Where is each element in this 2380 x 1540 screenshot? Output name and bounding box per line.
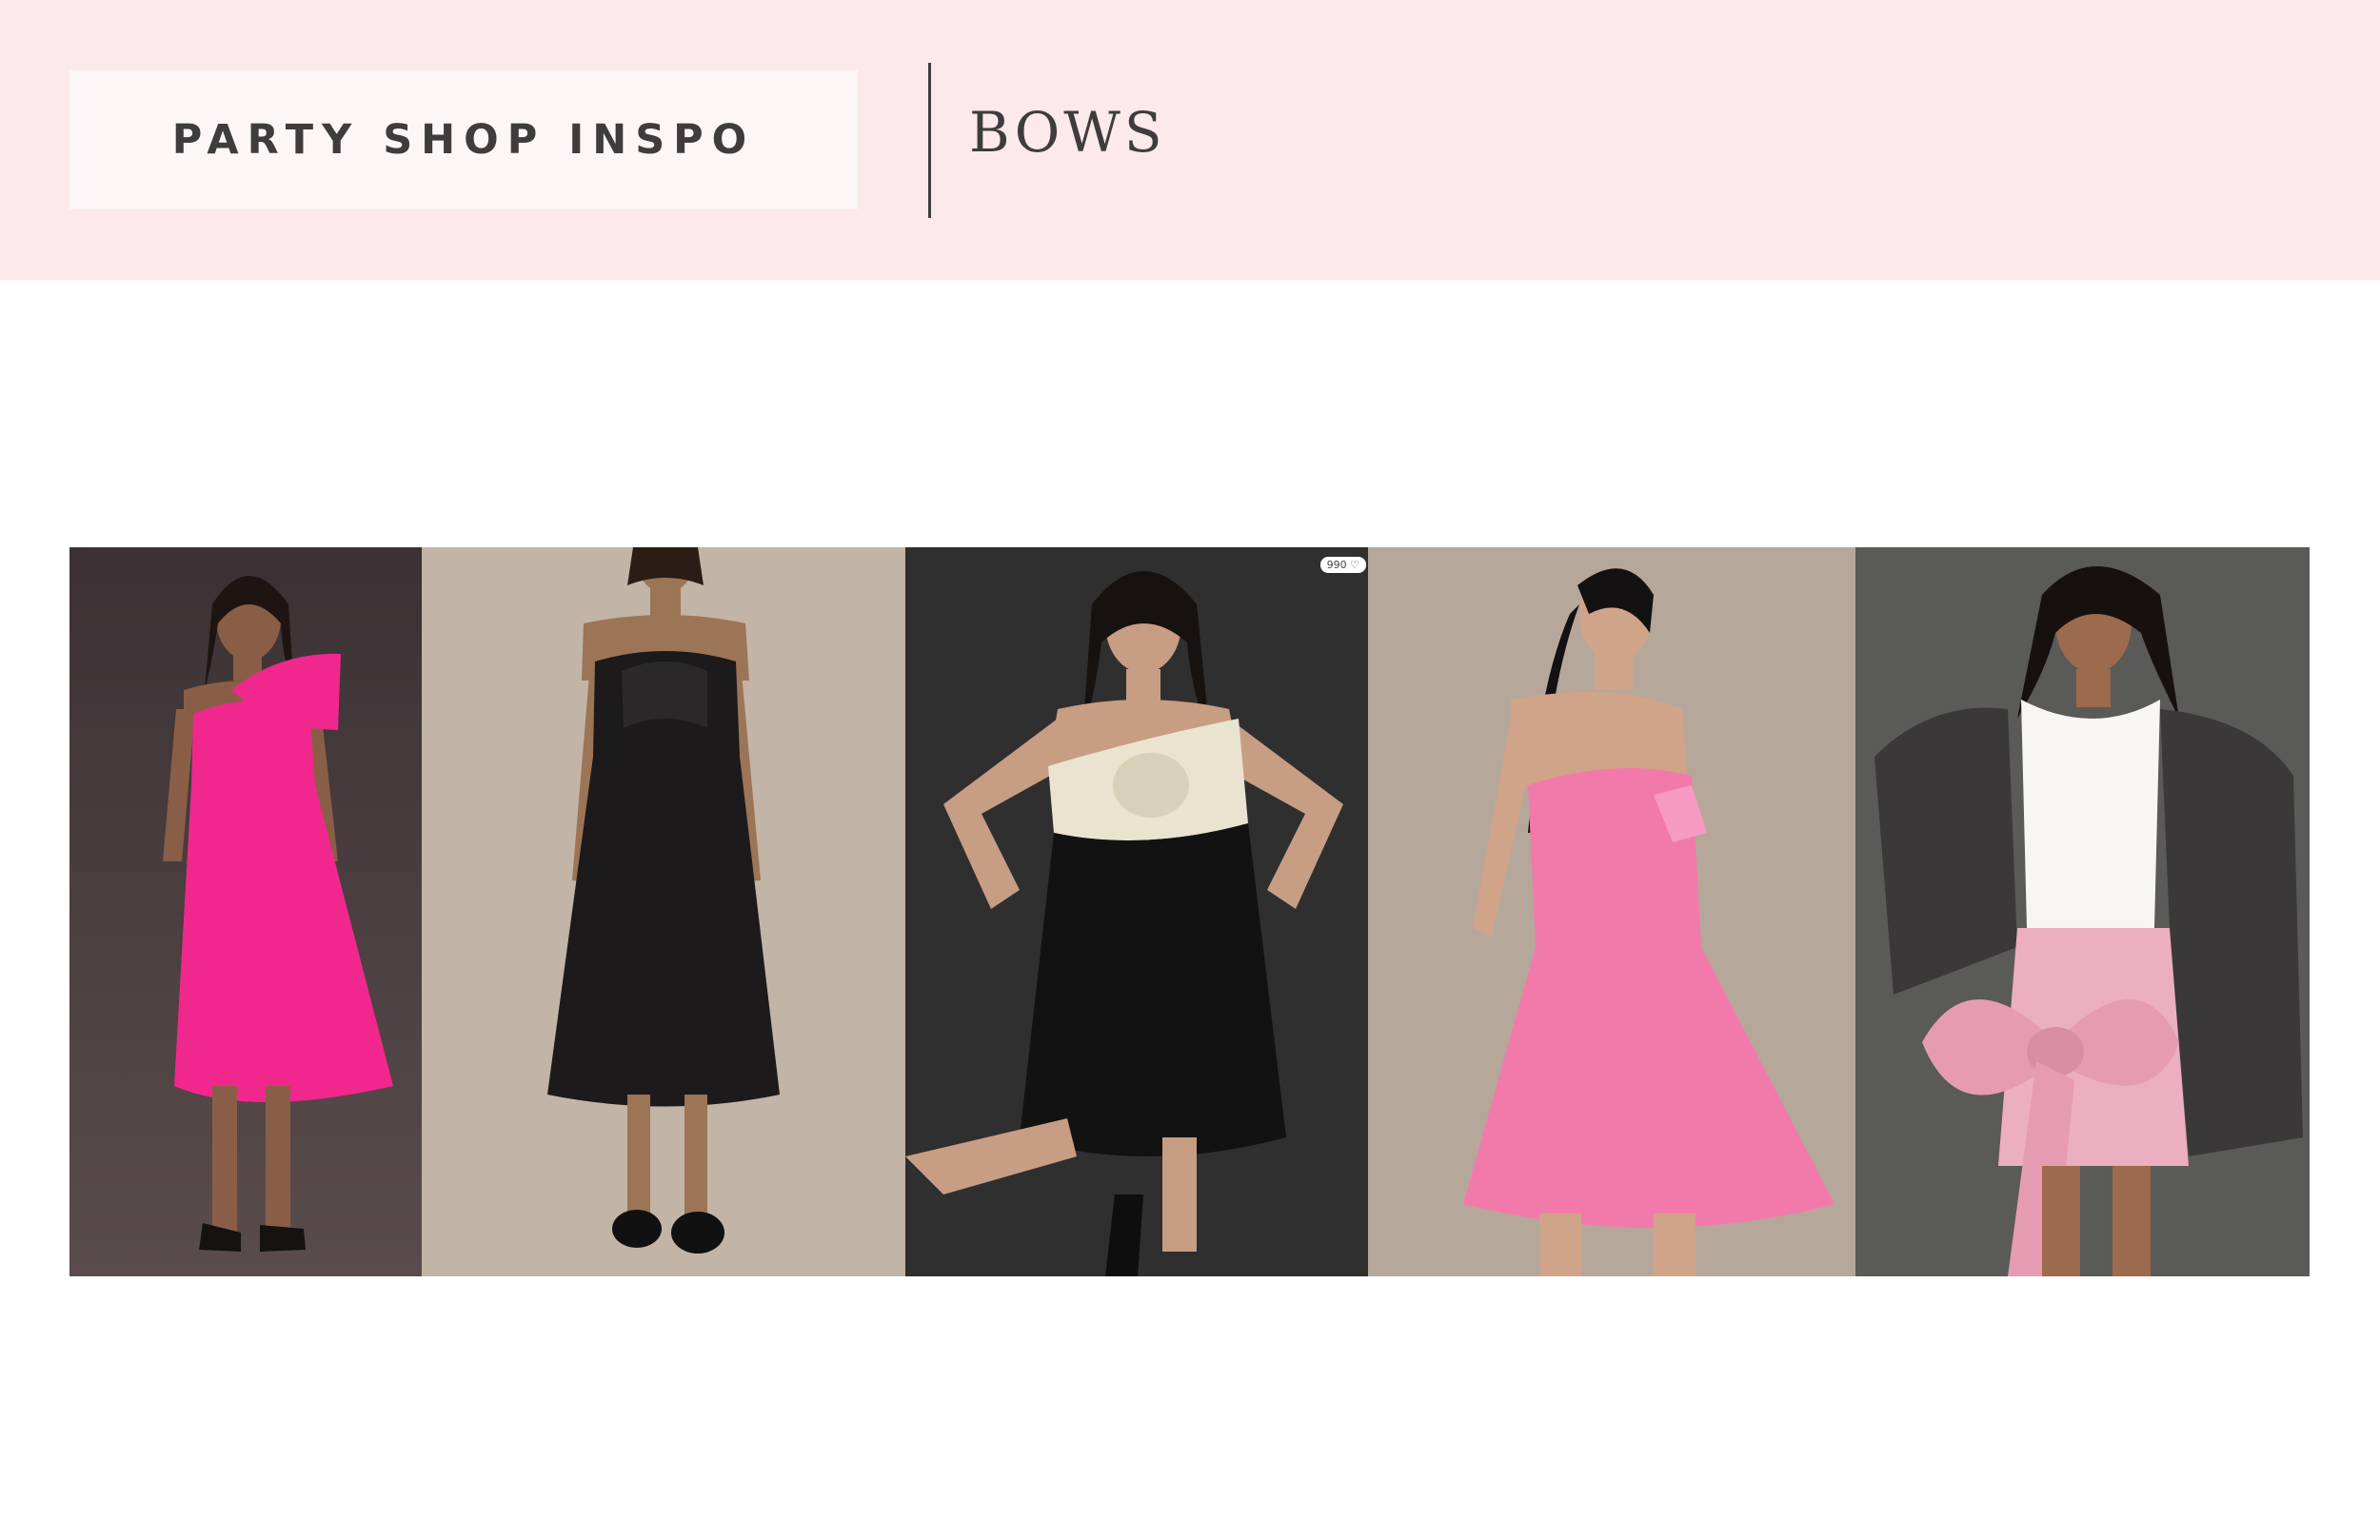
photo-pink-strapless-bow-dress[interactable]: [1368, 547, 1855, 1276]
photo-black-cream-bow-dress[interactable]: 990 ♡: [905, 547, 1368, 1276]
photo-gallery: 990 ♡: [69, 547, 2310, 1276]
header-bar: PARTY SHOP INSPO BOWS: [0, 0, 2380, 280]
photo-pink-bow-skirt[interactable]: [1855, 547, 2310, 1276]
section-label-box: PARTY SHOP INSPO: [69, 70, 858, 209]
header-divider: [928, 63, 931, 218]
page-title: BOWS: [969, 100, 1166, 165]
like-count-badge: 990 ♡: [1319, 557, 1366, 573]
section-label: PARTY SHOP INSPO: [171, 116, 756, 164]
photo-black-bow-dress[interactable]: [422, 547, 905, 1276]
photo-hot-pink-bow-dress[interactable]: [69, 547, 422, 1276]
